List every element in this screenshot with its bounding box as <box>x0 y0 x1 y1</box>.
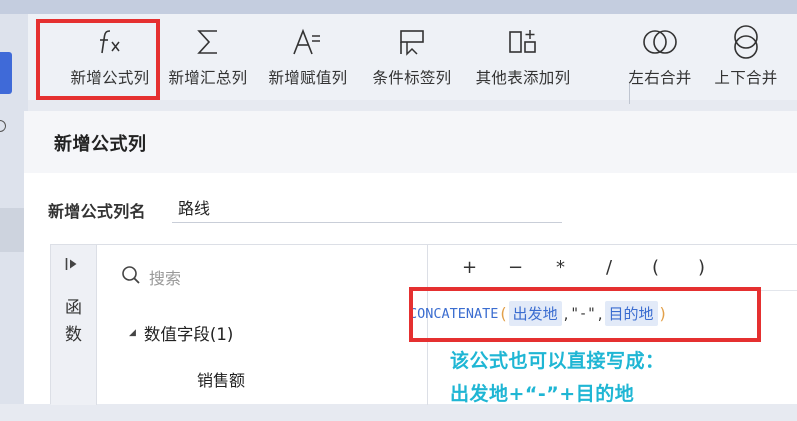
annotation-line-2: 出发地+“-”+目的地 <box>450 383 635 405</box>
app-top-strip <box>0 0 797 14</box>
horizontal-merge-icon <box>642 26 678 58</box>
add-assign-column-label: 新增赋值列 <box>268 69 348 87</box>
highlight-box-toolbar <box>36 19 160 100</box>
add-column-icon <box>508 26 538 58</box>
highlight-box-formula <box>409 287 761 342</box>
add-assign-column-button[interactable]: 新增赋值列 <box>262 14 354 100</box>
vertical-merge-button[interactable]: 上下合并 <box>708 14 784 100</box>
operator-divide[interactable]: / <box>606 257 612 278</box>
tree-leaf-sales[interactable]: 销售额 <box>197 367 245 391</box>
operator-close-paren[interactable]: ) <box>698 257 705 278</box>
rail-active-button[interactable] <box>0 52 12 94</box>
function-tab-label-1: 函 <box>65 298 82 318</box>
horizontal-merge-label: 左右合并 <box>628 69 692 87</box>
other-table-add-column-label: 其他表添加列 <box>475 69 571 87</box>
sigma-icon <box>195 26 221 58</box>
dialog-header: 新增公式列 <box>24 111 797 173</box>
search-icon <box>121 265 141 289</box>
horizontal-merge-button[interactable]: 左右合并 <box>622 14 698 100</box>
field-search[interactable]: 搜索 <box>121 265 181 289</box>
vertical-merge-label: 上下合并 <box>714 69 778 87</box>
tree-group-numeric[interactable]: ◢ 数值字段(1) <box>129 321 233 345</box>
flag-tag-icon <box>398 26 426 58</box>
search-placeholder: 搜索 <box>149 269 182 288</box>
expand-triangle-icon[interactable]: ◢ <box>129 328 136 338</box>
function-side-tab[interactable]: 函 数 <box>51 245 97 405</box>
operator-multiply[interactable]: * <box>556 257 565 278</box>
column-name-input[interactable] <box>172 191 562 223</box>
rail-circle-icon[interactable] <box>0 120 6 132</box>
operator-minus[interactable]: − <box>508 257 523 278</box>
vertical-merge-icon <box>731 25 761 59</box>
operator-plus[interactable]: + <box>462 257 477 278</box>
operator-bar: + − * / ( ) <box>428 245 797 291</box>
add-summary-column-label: 新增汇总列 <box>168 69 248 87</box>
function-tab-label-2: 数 <box>65 325 82 345</box>
dialog-title: 新增公式列 <box>54 134 147 155</box>
operator-open-paren[interactable]: ( <box>652 257 659 278</box>
add-formula-column-dialog: 新增公式列 新增公式列名 函 数 搜索 ◢ <box>24 111 797 405</box>
column-name-label: 新增公式列名 <box>48 202 146 221</box>
assign-icon <box>292 26 324 58</box>
add-summary-column-button[interactable]: 新增汇总列 <box>162 14 254 100</box>
condition-tag-column-label: 条件标签列 <box>372 69 452 87</box>
condition-tag-column-button[interactable]: 条件标签列 <box>366 14 458 100</box>
annotation-line-1: 该公式也可以直接写成： <box>450 350 665 372</box>
other-table-add-column-button[interactable]: 其他表添加列 <box>468 14 578 100</box>
tree-group-label: 数值字段(1) <box>143 325 234 344</box>
collapse-arrow-icon[interactable] <box>65 257 79 275</box>
